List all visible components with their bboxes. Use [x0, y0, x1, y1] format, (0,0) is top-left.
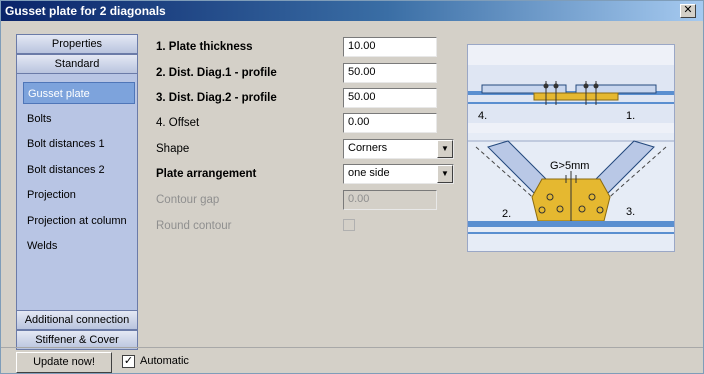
gusset-plate-diagram: 4. 1. G>5mm 2. 3. [467, 44, 675, 252]
shape-select-value: Corners [348, 142, 388, 154]
close-button[interactable]: ✕ [680, 4, 696, 18]
nav-item-bolts[interactable]: Bolts [23, 108, 135, 130]
nav-item-bolt-distances-1[interactable]: Bolt distances 1 [23, 133, 135, 155]
nav-header-properties[interactable]: Properties [16, 34, 138, 54]
shape-label: Shape [156, 143, 190, 155]
round-contour-label: Round contour [156, 220, 232, 232]
dist-diag1-label: 2. Dist. Diag.1 - profile [156, 67, 277, 79]
label-three: 3. [626, 206, 635, 218]
label-two: 2. [502, 208, 511, 220]
nav-header-standard[interactable]: Standard [16, 54, 138, 74]
chevron-down-icon[interactable]: ▼ [437, 140, 453, 158]
nav-list: Gusset plate Bolts Bolt distances 1 Bolt… [16, 74, 138, 334]
footer-divider [1, 347, 703, 348]
shape-select[interactable]: Corners ▼ [343, 139, 454, 159]
dist-diag1-input[interactable]: 50.00 [343, 63, 437, 83]
contour-gap-input: 0.00 [343, 190, 437, 210]
nav-item-gusset-plate[interactable]: Gusset plate [23, 82, 135, 104]
nav-item-welds[interactable]: Welds [23, 235, 135, 257]
plate-arrangement-select[interactable]: one side ▼ [343, 164, 454, 184]
label-gap: G>5mm [550, 160, 589, 172]
navigation-panel: Properties Standard Gusset plate Bolts B… [16, 34, 138, 350]
label-one: 1. [626, 110, 635, 122]
update-now-button[interactable]: Update now! [16, 352, 112, 373]
nav-header-additional-connection[interactable]: Additional connection [16, 310, 138, 330]
plate-arrangement-label: Plate arrangement [156, 168, 257, 180]
offset-label: 4. Offset [156, 117, 200, 129]
round-contour-checkbox [343, 219, 355, 231]
label-four: 4. [478, 110, 487, 122]
contour-gap-label: Contour gap [156, 194, 220, 206]
diagram-svg: 4. 1. G>5mm 2. 3. [468, 45, 674, 251]
nav-item-bolt-distances-2[interactable]: Bolt distances 2 [23, 159, 135, 181]
nav-item-projection[interactable]: Projection [23, 184, 135, 206]
plate-thickness-input[interactable]: 10.00 [343, 37, 437, 57]
plate-thickness-label: 1. Plate thickness [156, 41, 253, 53]
automatic-checkbox[interactable]: ✓ [122, 355, 135, 368]
offset-input[interactable]: 0.00 [343, 113, 437, 133]
chevron-down-icon[interactable]: ▼ [437, 165, 453, 183]
window-title: Gusset plate for 2 diagonals [5, 4, 166, 18]
nav-item-projection-at-column[interactable]: Projection at column [23, 210, 135, 232]
dialog-window: Gusset plate for 2 diagonals ✕ Propertie… [0, 0, 704, 374]
automatic-label: Automatic [140, 355, 189, 367]
dist-diag2-input[interactable]: 50.00 [343, 88, 437, 108]
dist-diag2-label: 3. Dist. Diag.2 - profile [156, 92, 277, 104]
title-bar[interactable]: Gusset plate for 2 diagonals ✕ [1, 1, 703, 21]
plate-arrangement-select-value: one side [348, 167, 390, 179]
